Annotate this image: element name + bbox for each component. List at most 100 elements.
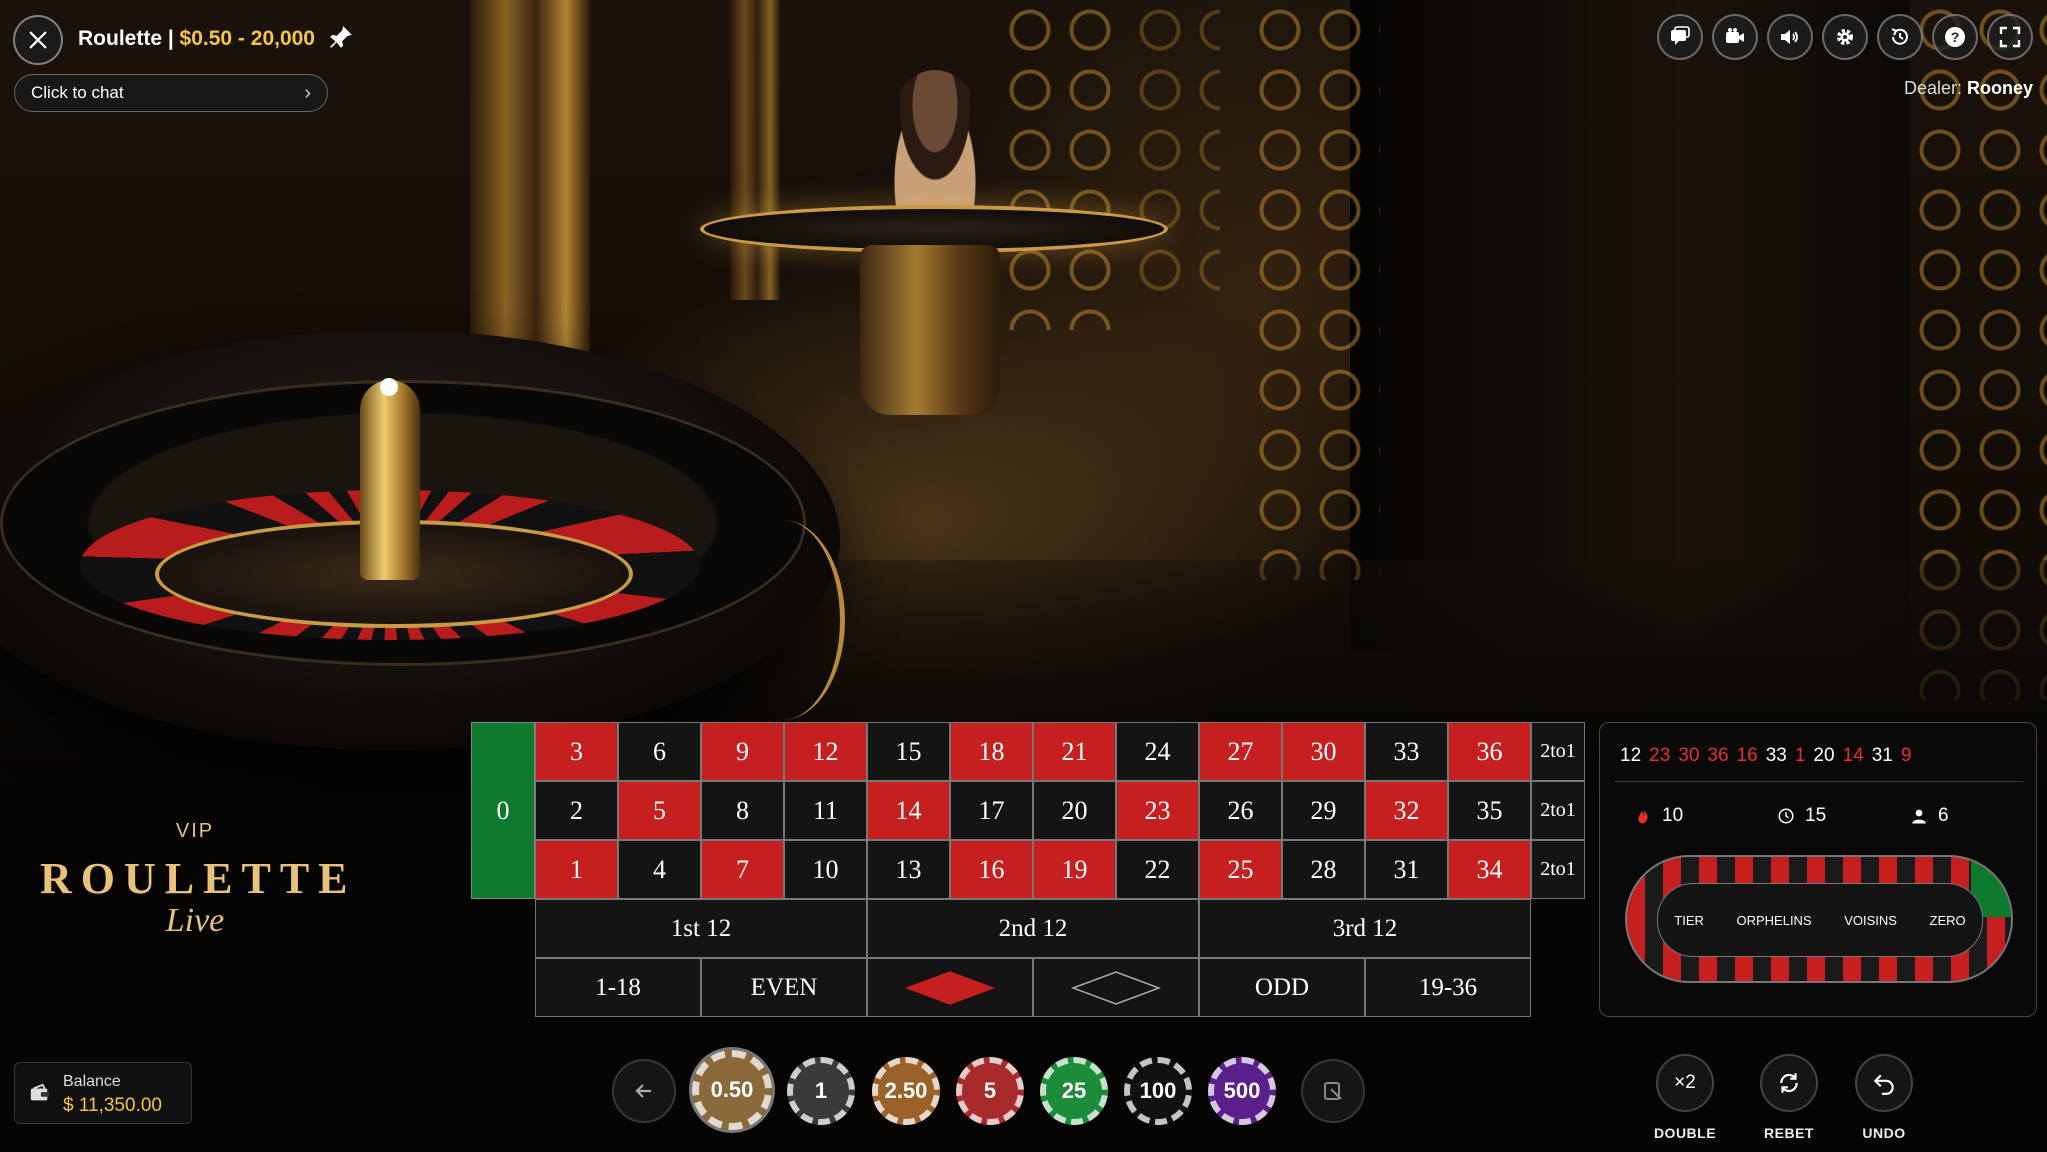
racetrack-orphelins[interactable]: ORPHELINS (1736, 913, 1811, 928)
bet-spot-number[interactable]: 5 (618, 781, 701, 840)
bet-spot-outside[interactable]: 1-18 (535, 958, 701, 1017)
settings-button[interactable] (1822, 14, 1868, 60)
bet-spot-number[interactable]: 14 (867, 781, 950, 840)
double-button[interactable]: ×2 (1656, 1054, 1714, 1112)
bet-spot-number[interactable]: 24 (1116, 722, 1199, 781)
history-result: 12 (1620, 745, 1642, 766)
chat-button[interactable] (1657, 14, 1703, 60)
bet-spot-column[interactable]: 2to1 (1531, 840, 1585, 899)
bet-spot-number[interactable]: 29 (1282, 781, 1365, 840)
bet-spot-number[interactable]: 20 (1033, 781, 1116, 840)
bet-spot-number[interactable]: 4 (618, 840, 701, 899)
sound-button[interactable] (1767, 14, 1813, 60)
red-diamond-icon (905, 970, 995, 1005)
game-title: Roulette | $0.50 - 20,000 (78, 27, 315, 51)
bet-spot-zero[interactable]: 0 (471, 722, 535, 899)
top-toolbar: ? (1657, 14, 2033, 60)
players-stat: 6 (1910, 805, 1949, 827)
history-result: 36 (1707, 745, 1729, 766)
video-icon (1726, 28, 1744, 43)
dealer-name: Rooney (1966, 78, 2033, 98)
rounds-stat: 15 (1777, 805, 1826, 827)
bet-spot-number[interactable]: 16 (950, 840, 1033, 899)
bet-spot-number[interactable]: 36 (1448, 722, 1531, 781)
racetrack-voisins[interactable]: VOISINS (1844, 913, 1897, 928)
bet-spot-number[interactable]: 35 (1448, 781, 1531, 840)
undo-button[interactable] (1855, 1054, 1913, 1112)
chip-2-50[interactable]: 2.50 (872, 1057, 940, 1125)
help-button[interactable]: ? (1932, 14, 1978, 60)
bet-spot-dozen[interactable]: 2nd 12 (867, 899, 1199, 958)
bet-spot-dozen[interactable]: 3rd 12 (1199, 899, 1531, 958)
bet-spot-number[interactable]: 23 (1116, 781, 1199, 840)
save-favourite-button[interactable] (1301, 1059, 1365, 1123)
pin-icon[interactable] (328, 24, 354, 50)
bet-spot-number[interactable]: 32 (1365, 781, 1448, 840)
bet-spot-black[interactable] (1033, 958, 1199, 1017)
bet-spot-red[interactable] (867, 958, 1033, 1017)
history-button[interactable] (1877, 14, 1923, 60)
hot-stat: 10 (1634, 805, 1683, 827)
bet-spot-outside[interactable]: 19-36 (1365, 958, 1531, 1017)
bet-spot-number[interactable]: 21 (1033, 722, 1116, 781)
statistics-panel[interactable]: 12 23 30 36 16 33 1 20 14 31 9 10 15 6 TIER ORPHEL… (1599, 722, 2037, 1017)
bet-spot-number[interactable]: 15 (867, 722, 950, 781)
bet-spot-number[interactable]: 27 (1199, 722, 1282, 781)
bet-spot-number[interactable]: 6 (618, 722, 701, 781)
bet-spot-number[interactable]: 19 (1033, 840, 1116, 899)
bet-spot-number[interactable]: 13 (867, 840, 950, 899)
bet-spot-number[interactable]: 10 (784, 840, 867, 899)
video-button[interactable] (1712, 14, 1758, 60)
chip-5[interactable]: 5 (956, 1057, 1024, 1125)
close-icon (29, 31, 47, 49)
bet-spot-number[interactable]: 1 (535, 840, 618, 899)
bet-spot-number[interactable]: 9 (701, 722, 784, 781)
bet-spot-number[interactable]: 11 (784, 781, 867, 840)
bet-spot-number[interactable]: 28 (1282, 840, 1365, 899)
bet-spot-number[interactable]: 33 (1365, 722, 1448, 781)
bet-spot-number[interactable]: 18 (950, 722, 1033, 781)
bet-spot-outside[interactable]: ODD (1199, 958, 1365, 1017)
chip-500[interactable]: 500 (1208, 1057, 1276, 1125)
rebet-button[interactable] (1760, 1054, 1818, 1112)
racetrack-tier[interactable]: TIER (1674, 913, 1704, 928)
bet-spot-number[interactable]: 2 (535, 781, 618, 840)
roulette-ball (380, 378, 398, 396)
bet-spot-outside[interactable]: EVEN (701, 958, 867, 1017)
bet-spot-number[interactable]: 12 (784, 722, 867, 781)
rebet-action[interactable]: REBET (1749, 1054, 1829, 1141)
chip-0-50[interactable]: 0.50 (692, 1050, 772, 1130)
bet-spot-number[interactable]: 31 (1365, 840, 1448, 899)
balance-label: Balance (63, 1073, 121, 1090)
bet-spot-number[interactable]: 25 (1199, 840, 1282, 899)
fullscreen-button[interactable] (1987, 14, 2033, 60)
previous-chips-button[interactable] (612, 1059, 676, 1123)
chip-100[interactable]: 100 (1124, 1057, 1192, 1125)
bet-spot-number[interactable]: 8 (701, 781, 784, 840)
double-action[interactable]: ×2 DOUBLE (1645, 1054, 1725, 1141)
close-button[interactable] (13, 15, 63, 65)
bet-spot-number[interactable]: 26 (1199, 781, 1282, 840)
wallet-icon (30, 1083, 50, 1101)
bet-spot-number[interactable]: 7 (701, 840, 784, 899)
bet-spot-dozen[interactable]: 1st 12 (535, 899, 867, 958)
bet-spot-number[interactable]: 17 (950, 781, 1033, 840)
bet-spot-number[interactable]: 30 (1282, 722, 1365, 781)
bet-spot-number[interactable]: 34 (1448, 840, 1531, 899)
svg-text:?: ? (1951, 29, 1960, 45)
chat-icon (1671, 26, 1690, 45)
gold-lattice-screen (1130, 0, 1220, 300)
bet-spot-column[interactable]: 2to1 (1531, 722, 1585, 781)
sound-icon (1781, 30, 1798, 44)
racetrack-zero[interactable]: ZERO (1930, 913, 1966, 928)
user-icon (1912, 809, 1926, 824)
chip-1[interactable]: 1 (787, 1057, 855, 1125)
undo-action[interactable]: UNDO (1844, 1054, 1924, 1141)
bet-spot-column[interactable]: 2to1 (1531, 781, 1585, 840)
bet-spot-number[interactable]: 3 (535, 722, 618, 781)
racetrack-bet-area[interactable]: TIER ORPHELINS VOISINS ZERO (1625, 855, 2013, 983)
bet-spot-number[interactable]: 22 (1116, 840, 1199, 899)
chat-input[interactable]: Click to chat › (14, 74, 328, 112)
chip-25[interactable]: 25 (1040, 1057, 1108, 1125)
fullscreen-icon (1999, 26, 2021, 48)
